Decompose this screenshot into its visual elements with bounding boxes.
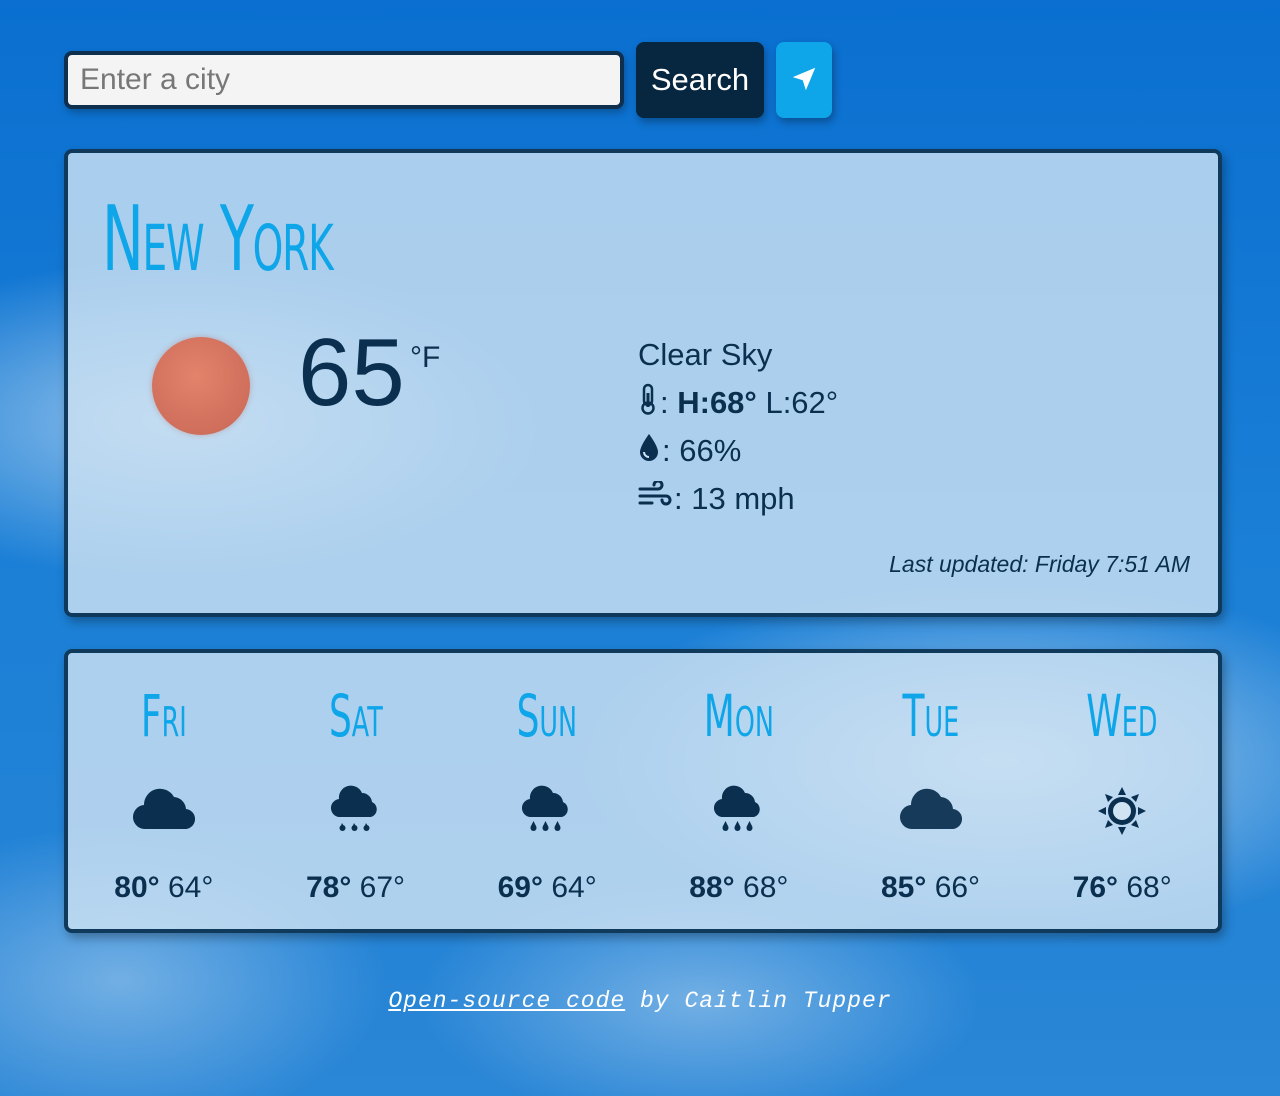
- low-temperature: L:62°: [765, 385, 839, 420]
- forecast-day-name: Fri: [140, 682, 187, 750]
- forecast-day: Fri 80° 64°: [68, 653, 260, 929]
- forecast-day-name: Wed: [1086, 682, 1158, 750]
- forecast-temps: 85° 66°: [880, 871, 981, 904]
- sun-icon: [152, 337, 250, 435]
- sun-icon: [1096, 785, 1148, 842]
- water-drop-icon: [638, 432, 662, 470]
- last-updated: Last updated: Friday 7:51 AM: [889, 551, 1190, 577]
- high-low-row: : H:68° L:62°: [638, 379, 838, 427]
- cloud-rain-icon: [713, 785, 765, 842]
- cloud-icon: [132, 785, 196, 836]
- forecast-day: Sat 78° 67°: [260, 653, 452, 929]
- forecast-day-name: Mon: [703, 682, 774, 750]
- search-button[interactable]: Search: [636, 42, 764, 118]
- search-form: Search: [64, 42, 832, 118]
- current-location-button[interactable]: [776, 42, 832, 118]
- forecast-temps: 69° 64°: [497, 871, 597, 904]
- city-search-input[interactable]: [64, 51, 624, 109]
- temperature-unit: °F: [410, 341, 441, 374]
- wind-row: : 13 mph: [638, 475, 838, 523]
- weather-details: Clear Sky : H:68° L:62° : 66% : 13 mph: [638, 331, 838, 523]
- source-code-link[interactable]: Open-source code: [388, 988, 625, 1014]
- footer: Open-source code by Caitlin Tupper: [0, 988, 1280, 1014]
- forecast-day: Wed 76° 68°: [1026, 653, 1218, 929]
- forecast-temps: 80° 64°: [114, 871, 214, 904]
- thermometer-icon: [638, 383, 660, 423]
- cloud-icon: [899, 785, 963, 836]
- forecast-day-name: Sun: [516, 682, 578, 750]
- current-temperature: 65: [298, 319, 405, 426]
- location-arrow-icon: [789, 64, 819, 97]
- forecast-temps: 76° 68°: [1072, 871, 1172, 904]
- current-weather-card: New York 65 °F Clear Sky : H:68° L:62° :…: [64, 149, 1222, 617]
- wind-icon: [638, 479, 674, 517]
- weather-description: Clear Sky: [638, 337, 773, 372]
- forecast-temps: 78° 67°: [305, 871, 406, 904]
- city-name: New York: [102, 187, 334, 292]
- humidity-row: : 66%: [638, 427, 838, 475]
- humidity-value: 66%: [679, 433, 742, 468]
- forecast-day: Sun 69° 64°: [451, 653, 643, 929]
- wind-speed: 13 mph: [691, 481, 795, 516]
- forecast-card: Fri 80° 64° Sat 78° 67° Sun 69° 64° Mon: [64, 649, 1222, 933]
- cloud-rain-icon: [521, 785, 573, 842]
- cloud-rain-icon: [330, 785, 382, 842]
- footer-credit: by Caitlin Tupper: [625, 988, 892, 1014]
- forecast-day: Mon 88° 68°: [643, 653, 835, 929]
- forecast-day-name: Tue: [902, 682, 959, 750]
- high-temperature: H:68°: [677, 385, 757, 420]
- forecast-day: Tue 85° 66°: [835, 653, 1027, 929]
- forecast-temps: 88° 68°: [689, 871, 789, 904]
- forecast-day-name: Sat: [328, 682, 383, 750]
